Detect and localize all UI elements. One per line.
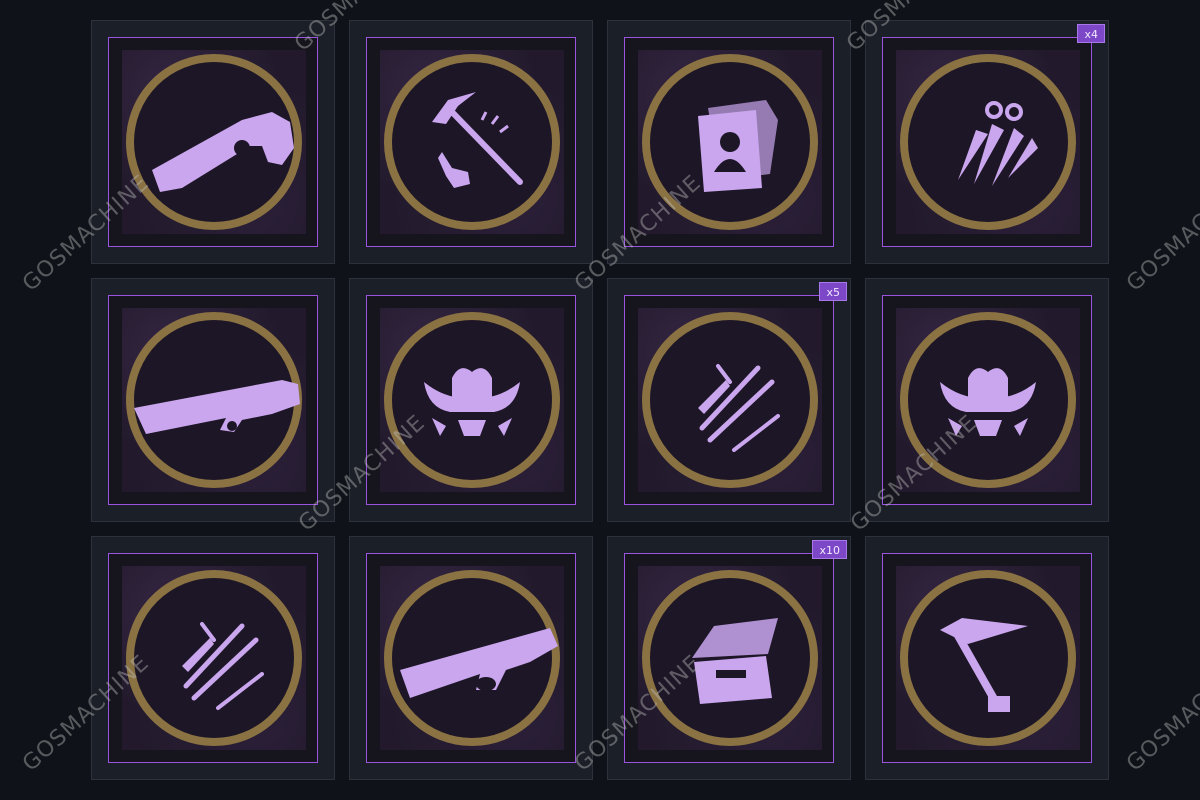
wanted-posters-icon <box>638 50 822 234</box>
item-tile-hammer[interactable] <box>865 536 1109 780</box>
pickaxe-hand-icon <box>380 50 564 234</box>
item-frame <box>366 37 576 247</box>
item-tile-pickaxe[interactable] <box>349 20 593 264</box>
quantity-badge: x10 <box>812 540 847 559</box>
weapon-bundle-icon <box>122 566 306 750</box>
item-tile-weapon-bundle[interactable]: x5 <box>607 278 851 522</box>
ammo-crate-icon <box>638 566 822 750</box>
item-grid: x4 x5 x10 <box>91 20 1109 780</box>
item-frame <box>624 37 834 247</box>
watermark: GOSMACHINE <box>1122 650 1200 777</box>
weapon-bundle-icon <box>638 308 822 492</box>
item-tile-revolver[interactable] <box>91 20 335 264</box>
hammer-icon <box>896 566 1080 750</box>
item-frame <box>366 553 576 763</box>
arrowheads-icon <box>896 50 1080 234</box>
watermark: GOSMACHINE <box>1122 170 1200 297</box>
item-tile-ammo-crate[interactable]: x10 <box>607 536 851 780</box>
item-frame <box>882 295 1092 505</box>
item-tile-cowboy-hunter[interactable] <box>349 278 593 522</box>
item-frame <box>624 553 834 763</box>
quantity-badge: x4 <box>1077 24 1105 43</box>
item-tile-weapon-bundle[interactable] <box>91 536 335 780</box>
item-tile-arrowheads[interactable]: x4 <box>865 20 1109 264</box>
item-frame <box>108 553 318 763</box>
item-frame <box>882 553 1092 763</box>
item-frame <box>882 37 1092 247</box>
item-frame <box>108 37 318 247</box>
item-tile-lever-action-rifle[interactable] <box>349 536 593 780</box>
item-frame <box>624 295 834 505</box>
rifle-icon <box>122 308 306 492</box>
lever-action-rifle-icon <box>380 566 564 750</box>
quantity-badge: x5 <box>819 282 847 301</box>
item-tile-cowboy-hunter[interactable] <box>865 278 1109 522</box>
item-frame <box>366 295 576 505</box>
item-tile-rifle[interactable] <box>91 278 335 522</box>
cowboy-hunter-icon <box>380 308 564 492</box>
cowboy-hunter-icon <box>896 308 1080 492</box>
item-frame <box>108 295 318 505</box>
item-tile-posters[interactable] <box>607 20 851 264</box>
revolver-icon <box>122 50 306 234</box>
